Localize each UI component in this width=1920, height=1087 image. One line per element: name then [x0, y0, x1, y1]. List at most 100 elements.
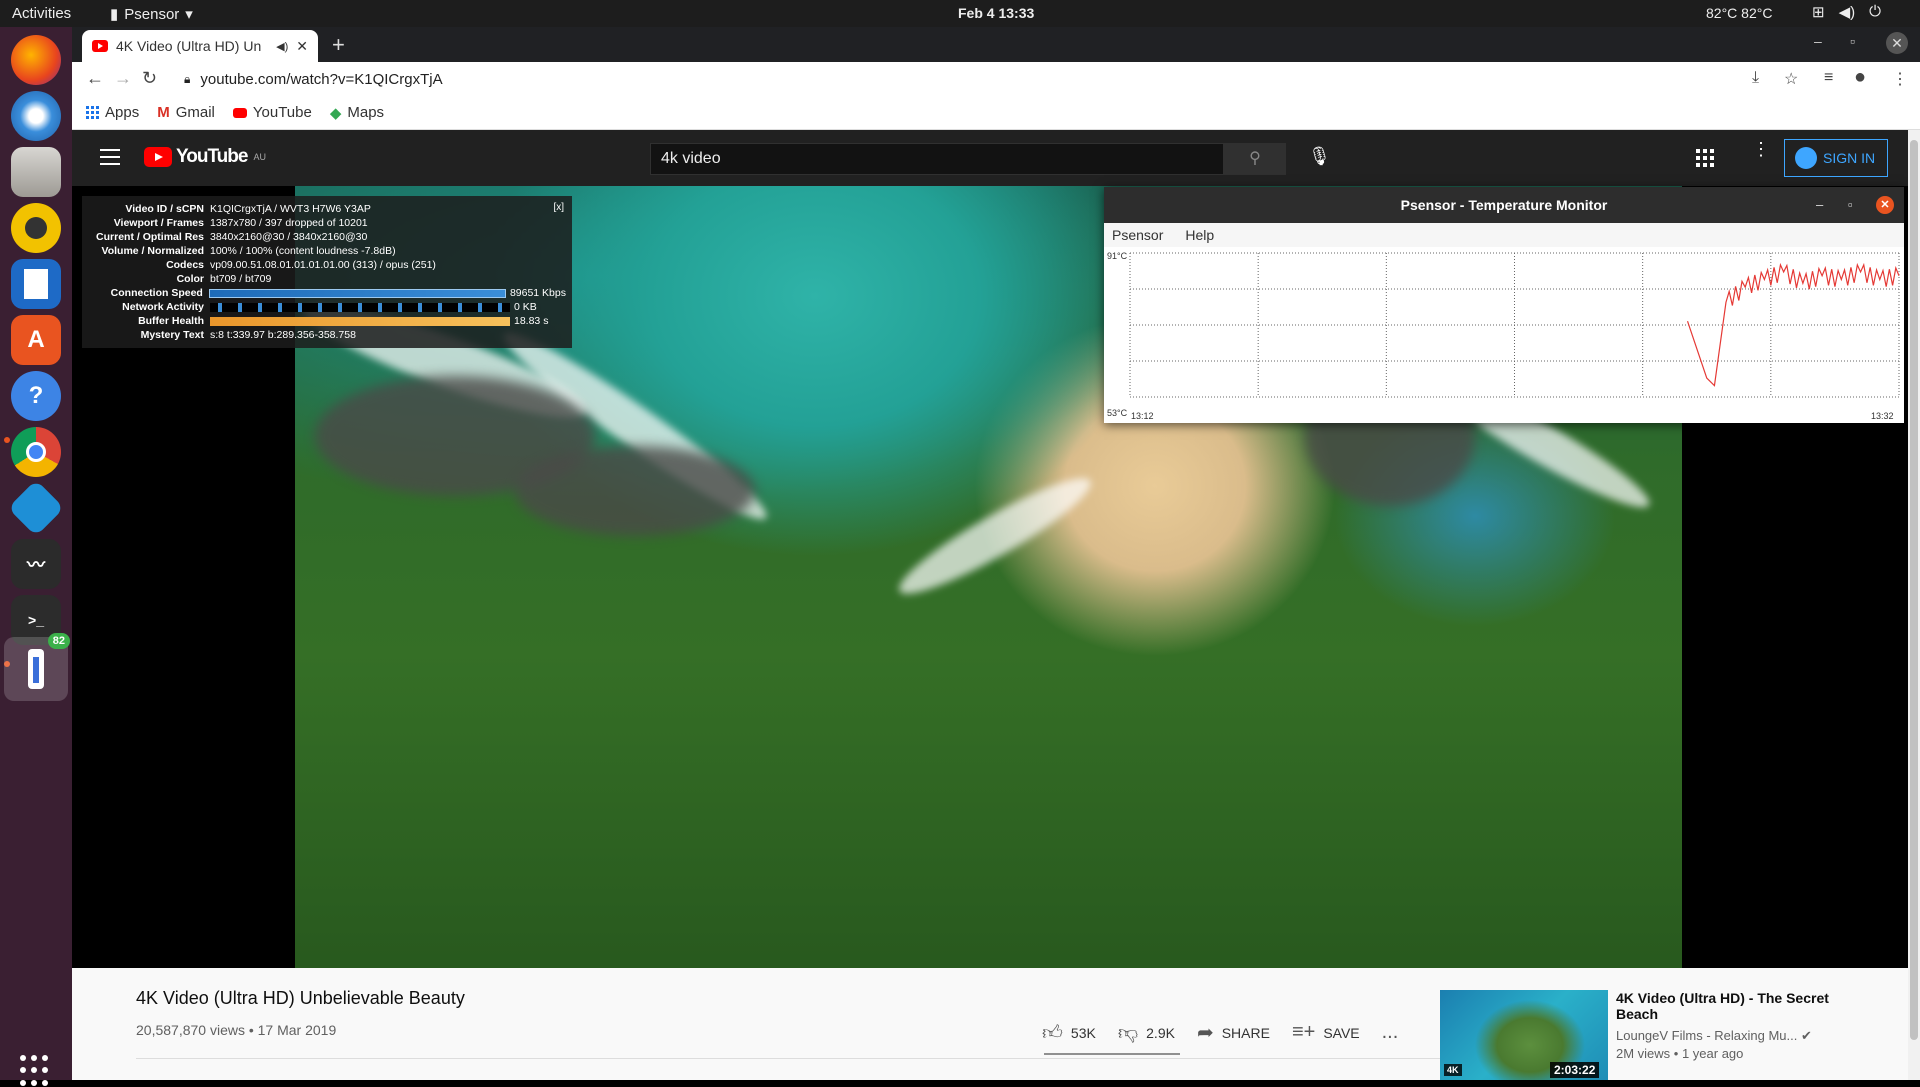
- youtube-favicon-icon: [92, 40, 108, 52]
- apps-grid-icon: [86, 106, 99, 119]
- menu-psensor[interactable]: Psensor: [1112, 227, 1163, 243]
- system-tray[interactable]: ⊞ ◀) ⏻: [1812, 3, 1881, 21]
- profile-icon[interactable]: ●: [1854, 66, 1866, 89]
- bookmark-label: Apps: [105, 104, 140, 121]
- software-icon[interactable]: A: [11, 315, 61, 365]
- bookmark-label: Maps: [347, 104, 385, 121]
- clock[interactable]: Feb 4 13:33: [958, 5, 1034, 21]
- activities-button[interactable]: Activities: [12, 5, 71, 22]
- gnome-top-bar: Activities ▮ Psensor ▾ Feb 4 13:33 82°C …: [0, 0, 1920, 27]
- network-activity-bar: [210, 302, 510, 312]
- save-label: SAVE: [1323, 1024, 1360, 1041]
- sign-in-button[interactable]: SIGN IN: [1784, 139, 1888, 177]
- menu-icon[interactable]: [100, 149, 120, 170]
- save-button[interactable]: ≡+ SAVE: [1292, 1021, 1360, 1044]
- page-scrollbar[interactable]: [1908, 130, 1920, 1080]
- app-menu-label: Psensor: [124, 5, 180, 23]
- stat-row: Buffer Health 18.83 s: [138, 315, 549, 327]
- help-icon[interactable]: ?: [11, 371, 61, 421]
- network-icon: ⊞: [1812, 4, 1825, 21]
- microphone-icon[interactable]: 🎙︎: [1308, 146, 1331, 167]
- recommended-video[interactable]: 4K 2:03:22 4K Video (Ultra HD) - The Sec…: [1440, 990, 1880, 1080]
- bookmark-gmail[interactable]: M Gmail: [157, 104, 215, 121]
- writer-icon[interactable]: [11, 259, 61, 309]
- like-button[interactable]: 👍︎ 53K: [1042, 1021, 1096, 1045]
- video-actions: 👍︎ 53K 👎︎ 2.9K ➦ SHARE ≡+ SAVE ...: [1042, 1020, 1398, 1045]
- system-monitor-icon[interactable]: 〰: [11, 539, 61, 589]
- install-icon[interactable]: ⤓: [1752, 69, 1759, 87]
- stats-for-nerds-panel: [x] Video ID / sCPN K1QICrgxTjA / WVT3 H7…: [82, 196, 572, 348]
- dislike-count: 2.9K: [1146, 1024, 1175, 1041]
- bookmark-label: Gmail: [175, 104, 215, 121]
- app-menu[interactable]: ▮ Psensor ▾: [110, 5, 193, 24]
- recommended-title[interactable]: 4K Video (Ultra HD) - The Secret Beach: [1616, 990, 1846, 1022]
- psensor-menubar: Psensor Help: [1104, 223, 1904, 247]
- stat-row: Codecs vp09.00.51.08.01.01.01.01.00 (313)…: [166, 259, 436, 271]
- gmail-icon: M: [157, 104, 170, 121]
- chevron-down-icon: ▾: [185, 6, 193, 23]
- bookmark-apps[interactable]: Apps: [86, 104, 139, 121]
- media-control-icon[interactable]: ≡: [1824, 69, 1833, 87]
- close-icon[interactable]: ✕: [1876, 196, 1894, 214]
- address-bar[interactable]: 🔒︎ youtube.com/watch?v=K1QICrgxTjA: [184, 65, 1874, 93]
- psensor-tray-icon: ▮: [110, 6, 119, 23]
- running-indicator: [4, 437, 10, 443]
- maximize-icon[interactable]: ▫: [1850, 33, 1855, 49]
- video-info-section: 4K Video (Ultra HD) Unbelievable Beauty …: [72, 968, 1908, 1080]
- logo-text: YouTube: [176, 146, 248, 167]
- duration-badge: 2:03:22: [1550, 1062, 1600, 1078]
- back-icon[interactable]: ←: [86, 68, 104, 89]
- more-actions-button[interactable]: ...: [1382, 1021, 1399, 1044]
- files-icon[interactable]: [11, 147, 61, 197]
- search-icon: ⚲: [1249, 150, 1261, 167]
- new-tab-button[interactable]: +: [332, 32, 345, 58]
- minimize-icon[interactable]: –: [1816, 187, 1823, 223]
- search-button[interactable]: ⚲: [1224, 143, 1286, 175]
- stat-row: Viewport / Frames 1387x780 / 397 dropped …: [113, 217, 368, 229]
- menu-help[interactable]: Help: [1185, 227, 1214, 243]
- sensor-indicator[interactable]: 82°C 82°C: [1706, 5, 1772, 21]
- speaker-icon[interactable]: ◀): [276, 40, 288, 53]
- thunderbird-icon[interactable]: [11, 91, 61, 141]
- close-tab-icon[interactable]: ✕: [296, 38, 308, 55]
- settings-menu-icon[interactable]: ⋮: [1752, 140, 1770, 158]
- reload-icon[interactable]: ↻: [142, 68, 157, 89]
- close-window-icon[interactable]: ✕: [1886, 32, 1908, 54]
- video-meta: 20,587,870 views • 17 Mar 2019: [136, 1022, 337, 1038]
- chrome-menu-icon[interactable]: ⋮: [1892, 69, 1908, 89]
- search-input[interactable]: 4k video: [650, 143, 1224, 175]
- chrome-icon[interactable]: [11, 427, 61, 477]
- bookmark-maps[interactable]: ◆ Maps: [330, 104, 384, 122]
- url-text[interactable]: youtube.com/watch?v=K1QICrgxTjA: [200, 71, 442, 88]
- temperature-chart: 91°C 53°C 13:12 13:32: [1107, 251, 1900, 421]
- buffer-health-bar: [210, 316, 510, 326]
- recommended-channel[interactable]: LoungeV Films - Relaxing Mu... ✔: [1616, 1028, 1812, 1044]
- maximize-icon[interactable]: ▫: [1848, 187, 1853, 223]
- stat-row: Color bt709 / bt709: [176, 273, 272, 285]
- bookmark-youtube[interactable]: YouTube: [232, 104, 312, 121]
- psensor-dock-item[interactable]: 82: [4, 633, 70, 701]
- rhythmbox-icon[interactable]: [11, 203, 61, 253]
- stat-row: Volume / Normalized 100% / 100% (content …: [101, 245, 396, 257]
- psensor-window: Psensor - Temperature Monitor – ▫ ✕ Psen…: [1104, 187, 1904, 423]
- scrollbar-thumb[interactable]: [1910, 140, 1918, 1040]
- window-title: Psensor - Temperature Monitor: [1400, 197, 1608, 213]
- show-apps-icon[interactable]: [20, 1055, 52, 1087]
- dislike-button[interactable]: 👎︎ 2.9K: [1118, 1021, 1175, 1045]
- share-button[interactable]: ➦ SHARE: [1197, 1020, 1270, 1045]
- kodi-icon[interactable]: [7, 479, 65, 537]
- apps-icon[interactable]: [1696, 149, 1714, 167]
- stat-row: Current / Optimal Res 3840x2160@30 / 3840…: [96, 231, 368, 243]
- tab-youtube[interactable]: 4K Video (Ultra HD) Un ◀) ✕: [82, 30, 318, 62]
- share-label: SHARE: [1221, 1024, 1270, 1041]
- minimize-icon[interactable]: –: [1814, 33, 1822, 49]
- stat-row: Video ID / sCPN K1QICrgxTjA / WVT3 H7W6 Y…: [125, 203, 371, 215]
- youtube-logo[interactable]: YouTube AU: [144, 146, 266, 168]
- forward-icon[interactable]: →: [114, 68, 132, 89]
- verified-icon: ✔: [1800, 1028, 1812, 1043]
- psensor-titlebar[interactable]: Psensor - Temperature Monitor – ▫ ✕: [1104, 187, 1904, 223]
- bookmark-star-icon[interactable]: ☆: [1784, 69, 1798, 89]
- volume-icon: ◀): [1838, 4, 1856, 21]
- firefox-icon[interactable]: [11, 35, 61, 85]
- stats-close-button[interactable]: [x]: [553, 202, 564, 213]
